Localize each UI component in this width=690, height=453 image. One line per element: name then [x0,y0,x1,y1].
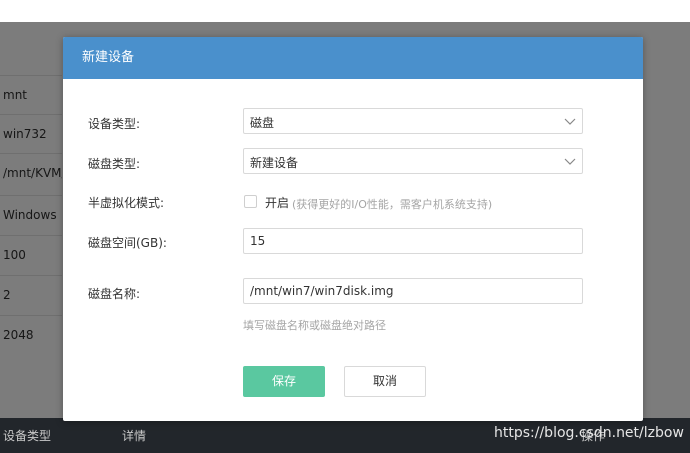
device-type-label: 设备类型: [88,117,141,131]
disk-type-select[interactable]: 新建设备 [243,148,583,174]
semi-virtual-hint: (获得更好的I/O性能，需客户机系统支持) [292,198,493,211]
background-row: Windows [0,195,62,234]
background-row: 100 [0,235,62,274]
semi-virtual-checkbox-label[interactable]: 开启 [265,194,289,211]
device-type-value: 磁盘 [250,116,275,130]
background-row: 2048 [0,315,62,354]
disk-name-value: /mnt/win7/win7disk.img [250,284,394,298]
semi-virtual-label: 半虚拟化模式: [88,196,165,210]
background-row: win732 [0,114,62,153]
column-details: 详情 [122,429,147,443]
chevron-down-icon [564,118,576,125]
background-row: /mnt/KVM/ [0,153,62,192]
cancel-button[interactable]: 取消 [344,366,426,397]
disk-type-label: 磁盘类型: [88,157,141,171]
save-button[interactable]: 保存 [243,366,325,397]
device-type-select[interactable]: 磁盘 [243,108,583,134]
semi-virtual-checkbox[interactable] [244,195,257,208]
column-device-type: 设备类型 [3,429,52,443]
disk-name-label: 磁盘名称: [88,287,141,301]
watermark: https://blog.csdn.net/lzbow [494,425,684,441]
disk-space-input[interactable]: 15 [243,228,583,254]
disk-type-value: 新建设备 [250,156,299,170]
background-row: mnt [0,75,62,114]
disk-name-input[interactable]: /mnt/win7/win7disk.img [243,278,583,304]
new-device-dialog: 新建设备 设备类型: 磁盘 磁盘类型: 新建设备 半虚拟化模式: 开启 (获得更… [63,37,643,421]
chevron-down-icon [564,158,576,165]
background-topbar [0,0,690,22]
disk-name-hint: 填写磁盘名称或磁盘绝对路径 [243,319,386,332]
disk-space-label: 磁盘空间(GB): [88,236,167,250]
dialog-title: 新建设备 [63,37,643,79]
background-row: 2 [0,275,62,314]
disk-space-value: 15 [250,234,266,248]
